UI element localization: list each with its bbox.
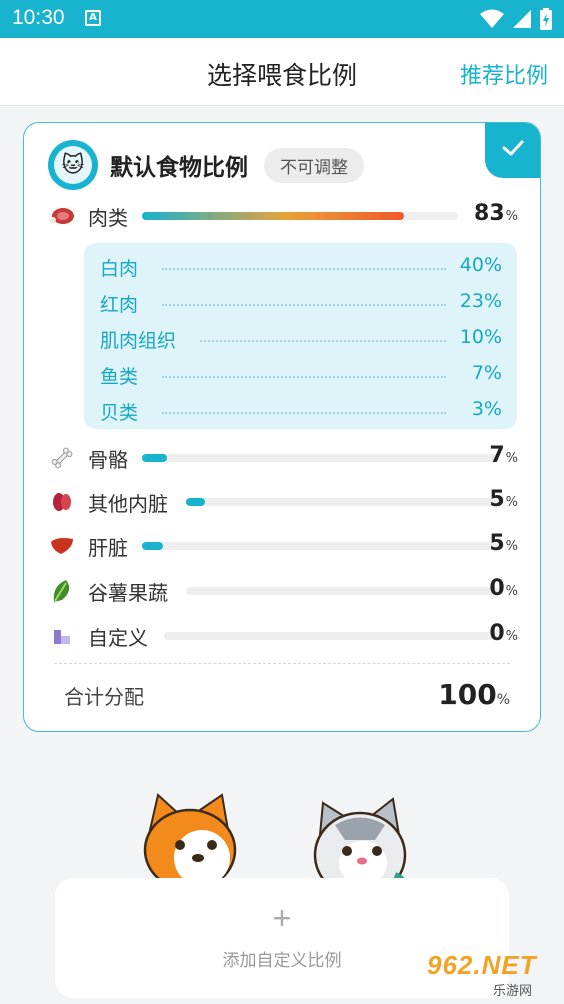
ratio-row-other-organs: 其他内脏 5% [48,485,518,519]
card-title: 默认食物比例 [110,155,248,181]
kidney-icon [48,488,76,516]
ratio-row-vegetables: 谷薯果蔬 0% [48,574,518,608]
ratio-row-liver: 肝脏 5% [48,529,518,563]
divider [54,663,510,664]
breakdown-row: 红肉 23% [100,290,502,317]
watermark-sub: 乐游网 [493,984,533,999]
progress-fill [142,454,167,462]
wifi-icon [480,9,504,28]
liver-icon [48,532,76,560]
check-icon [502,140,524,156]
battery-icon [540,8,552,30]
row-value: 5% [489,531,518,556]
vegetable-icon [48,577,76,605]
meat-breakdown-panel: 白肉 40% 红肉 23% 肌肉组织 10% 鱼类 7% 贝类 3% [84,243,517,429]
progress-track [186,498,498,506]
cats-illustration [143,793,407,890]
total-label: 合计分配 [64,685,144,709]
progress-track [142,212,458,220]
row-label: 肝脏 [88,535,128,560]
breakdown-row: 肌肉组织 10% [100,326,502,353]
cat-icon: 🐱 [54,146,92,184]
row-value: 0% [489,621,518,646]
progress-track [142,542,498,550]
row-value: 5% [489,487,518,512]
custom-icon [48,622,76,650]
status-bar: 10:30 A [0,0,564,38]
row-value: 7% [489,443,518,468]
breakdown-row: 贝类 3% [100,398,502,425]
notification-icon: A [85,10,101,26]
avatar: 🐱 [48,140,98,190]
total-value: 100% [438,678,510,711]
default-ratio-card[interactable]: 🐱 默认食物比例 不可调整 肉类 83% 白肉 40% 红肉 23% 肌肉组织 … [23,122,541,732]
progress-fill [186,498,205,506]
watermark-logo: 962.NET 乐游网 [423,950,558,1000]
ratio-row-meat: 肉类 83% [48,199,518,233]
not-adjustable-badge: 不可调整 [264,147,364,183]
row-label: 谷薯果蔬 [88,580,168,605]
status-time: 10:30 [12,6,65,29]
bone-icon [48,444,76,472]
progress-track [142,454,498,462]
plus-icon: + [272,900,292,936]
row-label: 肉类 [88,205,128,230]
row-label: 骨骼 [88,447,128,472]
row-label: 其他内脏 [88,491,168,516]
card-header: 🐱 默认食物比例 不可调整 [48,139,364,191]
row-value: 0% [489,576,518,601]
breakdown-row: 白肉 40% [100,254,502,281]
watermark-main: 962.NET [427,950,537,980]
ratio-row-bone: 骨骼 7% [48,441,518,475]
progress-track [186,587,498,595]
selected-check-badge [485,123,540,178]
app-bar: 选择喂食比例 推荐比例 [0,38,564,106]
progress-fill [142,212,405,220]
progress-track [164,632,498,640]
signal-icon [513,10,531,28]
breakdown-row: 鱼类 7% [100,362,502,389]
row-value: 83% [474,201,518,226]
meat-icon [48,202,76,230]
progress-fill [142,542,164,550]
ratio-row-custom: 自定义 0% [48,619,518,653]
status-icons [480,8,552,30]
row-label: 自定义 [88,625,148,650]
recommend-ratio-button[interactable]: 推荐比例 [460,58,548,90]
